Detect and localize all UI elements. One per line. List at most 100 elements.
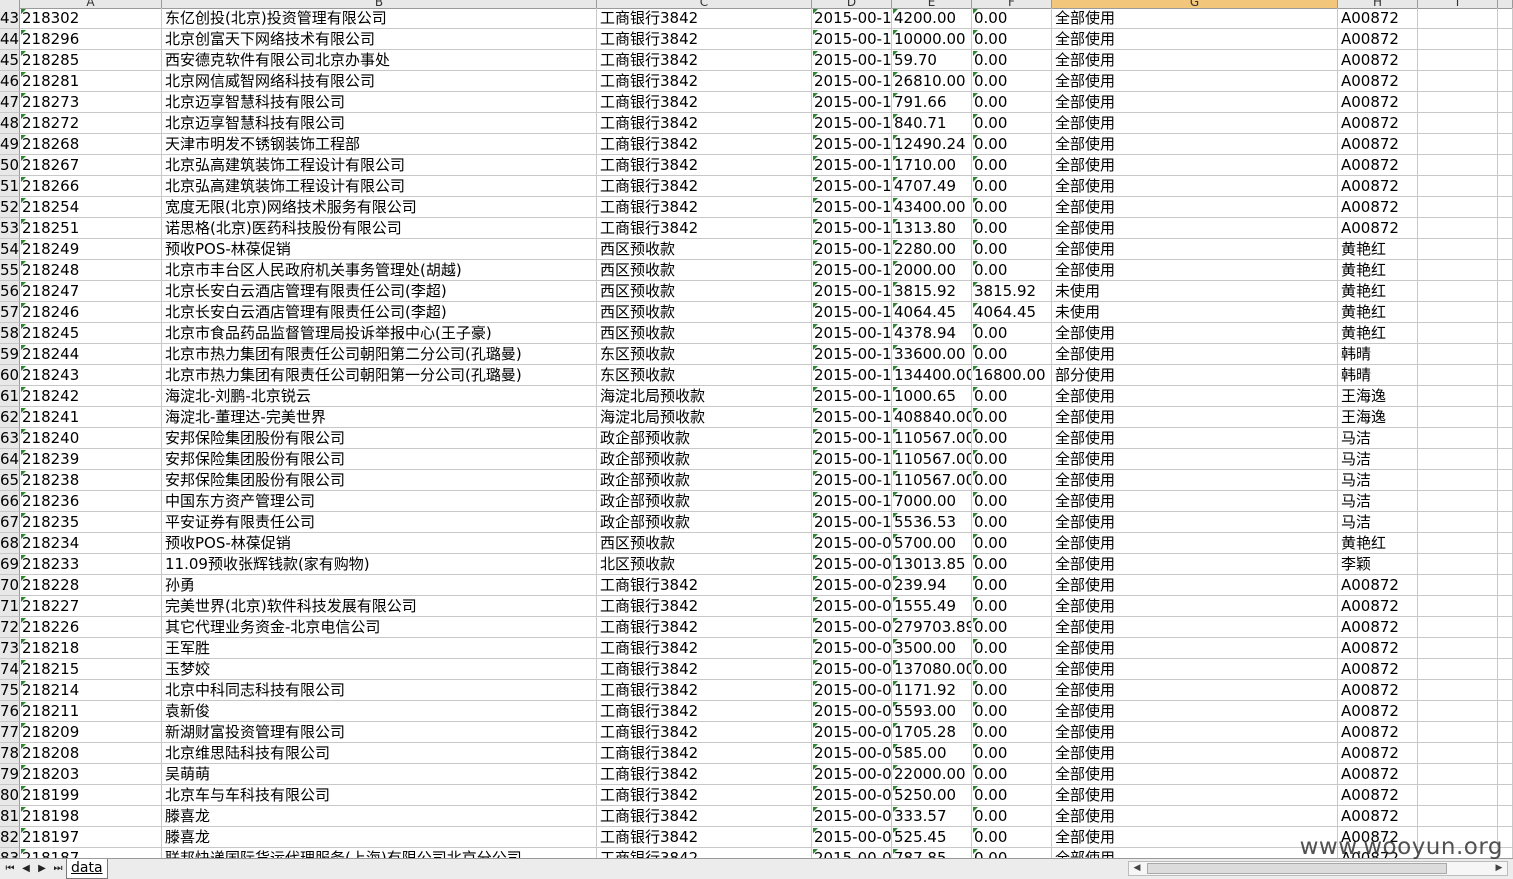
table-cell[interactable]: 10000.00 xyxy=(892,29,972,50)
table-cell[interactable] xyxy=(1418,722,1498,743)
table-cell[interactable]: 218249 xyxy=(20,239,162,260)
table-cell[interactable] xyxy=(1418,386,1498,407)
column-header-d[interactable]: D xyxy=(812,0,892,9)
table-cell[interactable]: 0.00 xyxy=(972,533,1052,554)
table-cell[interactable]: 2015-00-1 xyxy=(812,197,892,218)
table-cell[interactable]: A00872 xyxy=(1338,8,1418,29)
table-cell[interactable]: 137080.00 xyxy=(892,659,972,680)
table-cell[interactable]: 239.94 xyxy=(892,575,972,596)
table-cell[interactable]: 全部使用 xyxy=(1052,722,1338,743)
table-cell[interactable] xyxy=(1498,806,1513,827)
table-cell[interactable]: 2015-00-1 xyxy=(812,218,892,239)
table-cell[interactable] xyxy=(1498,617,1513,638)
table-cell[interactable]: 4064.45 xyxy=(892,302,972,323)
table-cell[interactable]: 2000.00 xyxy=(892,260,972,281)
table-cell[interactable]: 政企部预收款 xyxy=(597,428,812,449)
table-cell[interactable] xyxy=(1418,806,1498,827)
table-cell[interactable]: 218246 xyxy=(20,302,162,323)
table-cell[interactable]: 全部使用 xyxy=(1052,596,1338,617)
table-cell[interactable]: 黄艳红 xyxy=(1338,533,1418,554)
table-cell[interactable]: 2015-00-1 xyxy=(812,449,892,470)
table-cell[interactable]: 全部使用 xyxy=(1052,575,1338,596)
table-cell[interactable]: 0.00 xyxy=(972,575,1052,596)
row-header[interactable]: 64 xyxy=(0,449,20,470)
table-cell[interactable] xyxy=(1498,176,1513,197)
table-cell[interactable] xyxy=(1498,239,1513,260)
next-sheet-icon[interactable]: ▶ xyxy=(36,861,48,877)
row-header[interactable]: 50 xyxy=(0,155,20,176)
table-cell[interactable]: 北京弘高建筑装饰工程设计有限公司 xyxy=(162,155,597,176)
table-cell[interactable]: 2015-00-1 xyxy=(812,176,892,197)
table-cell[interactable]: 0.00 xyxy=(972,386,1052,407)
table-cell[interactable] xyxy=(1418,197,1498,218)
table-cell[interactable]: 218302 xyxy=(20,8,162,29)
table-cell[interactable] xyxy=(1498,722,1513,743)
table-cell[interactable]: 海淀北-董理达-完美世界 xyxy=(162,407,597,428)
table-cell[interactable] xyxy=(1418,638,1498,659)
column-header-c[interactable]: C xyxy=(597,0,812,9)
row-header[interactable]: 76 xyxy=(0,701,20,722)
table-cell[interactable]: 全部使用 xyxy=(1052,827,1338,848)
table-cell[interactable]: 0.00 xyxy=(972,428,1052,449)
table-cell[interactable]: 部分使用 xyxy=(1052,365,1338,386)
table-cell[interactable]: 工商银行3842 xyxy=(597,722,812,743)
table-cell[interactable] xyxy=(1498,638,1513,659)
table-cell[interactable]: 工商银行3842 xyxy=(597,827,812,848)
table-cell[interactable] xyxy=(1498,407,1513,428)
scroll-thumb[interactable] xyxy=(1147,863,1447,874)
row-header[interactable]: 75 xyxy=(0,680,20,701)
table-cell[interactable]: 0.00 xyxy=(972,470,1052,491)
table-cell[interactable]: 218233 xyxy=(20,554,162,575)
table-cell[interactable] xyxy=(1418,596,1498,617)
table-cell[interactable]: 全部使用 xyxy=(1052,197,1338,218)
table-cell[interactable]: 李颖 xyxy=(1338,554,1418,575)
table-cell[interactable]: 工商银行3842 xyxy=(597,596,812,617)
row-header[interactable]: 53 xyxy=(0,218,20,239)
table-cell[interactable]: 吴萌萌 xyxy=(162,764,597,785)
table-cell[interactable]: 0.00 xyxy=(972,344,1052,365)
table-cell[interactable]: 北区预收款 xyxy=(597,554,812,575)
row-header[interactable]: 73 xyxy=(0,638,20,659)
table-cell[interactable]: 北京市丰台区人民政府机关事务管理处(胡越) xyxy=(162,260,597,281)
table-cell[interactable]: 2015-00-1 xyxy=(812,365,892,386)
table-cell[interactable]: 2015-00-1 xyxy=(812,8,892,29)
table-cell[interactable]: 218244 xyxy=(20,344,162,365)
table-cell[interactable]: 1000.65 xyxy=(892,386,972,407)
table-cell[interactable]: 工商银行3842 xyxy=(597,134,812,155)
table-cell[interactable]: 西安德克软件有限公司北京办事处 xyxy=(162,50,597,71)
table-cell[interactable]: 2015-00-0 xyxy=(812,806,892,827)
table-cell[interactable]: 全部使用 xyxy=(1052,764,1338,785)
table-cell[interactable]: 218215 xyxy=(20,659,162,680)
table-cell[interactable] xyxy=(1498,302,1513,323)
table-cell[interactable]: 安邦保险集团股份有限公司 xyxy=(162,428,597,449)
table-cell[interactable]: A00872 xyxy=(1338,659,1418,680)
table-cell[interactable] xyxy=(1418,260,1498,281)
row-header[interactable]: 43 xyxy=(0,8,20,29)
table-cell[interactable] xyxy=(1498,344,1513,365)
table-cell[interactable]: 11.09预收张辉钱款(家有购物) xyxy=(162,554,597,575)
row-header[interactable]: 46 xyxy=(0,71,20,92)
table-cell[interactable]: 110567.00 xyxy=(892,470,972,491)
table-cell[interactable]: 滕喜龙 xyxy=(162,806,597,827)
table-cell[interactable]: 黄艳红 xyxy=(1338,239,1418,260)
table-cell[interactable]: 0.00 xyxy=(972,449,1052,470)
first-sheet-icon[interactable]: ⏮ xyxy=(4,861,16,877)
table-cell[interactable]: 791.66 xyxy=(892,92,972,113)
table-cell[interactable] xyxy=(1418,701,1498,722)
table-cell[interactable]: 218251 xyxy=(20,218,162,239)
table-cell[interactable]: 134400.00 xyxy=(892,365,972,386)
table-cell[interactable]: 2015-00-0 xyxy=(812,848,892,858)
table-cell[interactable]: 218241 xyxy=(20,407,162,428)
table-cell[interactable]: 0.00 xyxy=(972,512,1052,533)
table-cell[interactable]: 218198 xyxy=(20,806,162,827)
table-cell[interactable]: 333.57 xyxy=(892,806,972,827)
table-cell[interactable]: 2015-00-0 xyxy=(812,785,892,806)
row-header[interactable]: 70 xyxy=(0,575,20,596)
table-cell[interactable]: 工商银行3842 xyxy=(597,764,812,785)
table-cell[interactable] xyxy=(1498,596,1513,617)
row-header[interactable]: 57 xyxy=(0,302,20,323)
table-cell[interactable]: 2015-00-0 xyxy=(812,638,892,659)
table-cell[interactable]: 全部使用 xyxy=(1052,785,1338,806)
table-cell[interactable]: 0.00 xyxy=(972,134,1052,155)
table-cell[interactable]: 585.00 xyxy=(892,743,972,764)
